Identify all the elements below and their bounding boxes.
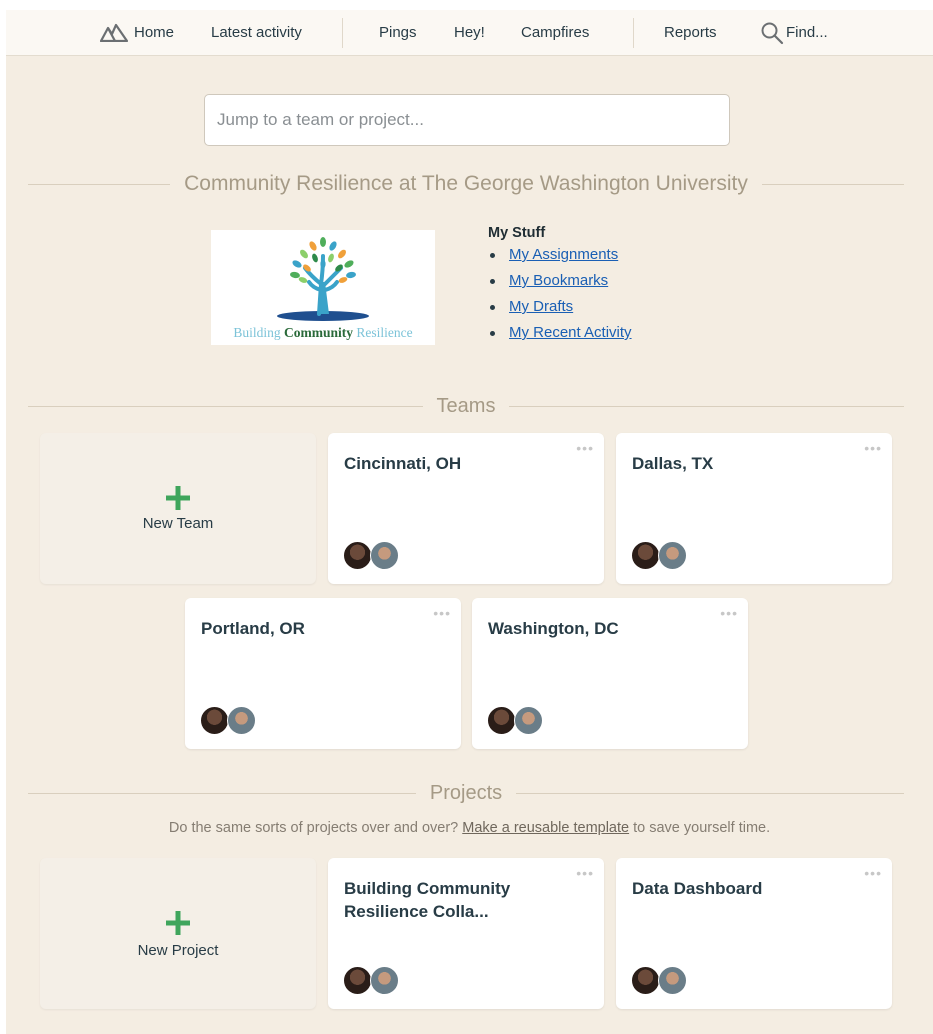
jump-to-input[interactable] — [204, 94, 730, 146]
projects-heading: Projects — [28, 779, 904, 807]
heading-rule — [28, 183, 171, 185]
make-template-link[interactable]: Make a reusable template — [462, 820, 629, 836]
avatar[interactable] — [631, 541, 660, 570]
team-name: Cincinnati, OH — [344, 454, 462, 473]
avatar-group — [487, 706, 543, 735]
nav-divider — [633, 18, 634, 48]
avatar[interactable] — [343, 541, 372, 570]
new-team-button[interactable]: New Team — [40, 433, 316, 584]
nav-campfires[interactable]: Campfires — [521, 23, 589, 43]
heading-rule — [761, 183, 904, 185]
team-card[interactable]: Dallas, TX ••• — [616, 433, 892, 584]
project-name: Data Dashboard — [632, 879, 763, 898]
search-icon[interactable] — [760, 21, 784, 45]
app-frame: Home Latest activity Pings Hey! Campfire… — [6, 10, 933, 1034]
my-stuff-list: My Assignments My Bookmarks My Drafts My… — [488, 245, 632, 349]
top-nav: Home Latest activity Pings Hey! Campfire… — [6, 10, 933, 56]
template-hint-text: to save yourself time. — [629, 820, 771, 836]
avatar-group — [343, 541, 399, 570]
ellipsis-menu-icon[interactable]: ••• — [864, 441, 882, 455]
ellipsis-menu-icon[interactable]: ••• — [576, 866, 594, 880]
new-team-label: New Team — [142, 515, 214, 532]
avatar[interactable] — [227, 706, 256, 735]
my-recent-activity-link[interactable]: My Recent Activity — [509, 324, 632, 341]
ellipsis-menu-icon[interactable]: ••• — [576, 441, 594, 455]
team-card[interactable]: Portland, OR ••• — [185, 598, 461, 749]
nav-hey[interactable]: Hey! — [454, 23, 485, 43]
avatar[interactable] — [370, 966, 399, 995]
logo-caption-part: Building — [233, 325, 284, 340]
project-card[interactable]: Data Dashboard ••• — [616, 858, 892, 1009]
teams-heading-text: Teams — [436, 394, 496, 417]
avatar[interactable] — [631, 966, 660, 995]
template-hint: Do the same sorts of projects over and o… — [6, 820, 933, 836]
list-item: My Assignments — [488, 245, 632, 271]
my-stuff: My Stuff My Assignments My Bookmarks My … — [488, 225, 632, 349]
nav-pings[interactable]: Pings — [379, 23, 417, 43]
my-stuff-heading: My Stuff — [488, 225, 546, 241]
avatar[interactable] — [658, 541, 687, 570]
account-heading: Community Resilience at The George Washi… — [28, 170, 904, 198]
logo-caption: Building Community Resilience — [211, 325, 435, 341]
avatar[interactable] — [514, 706, 543, 735]
avatar-group — [343, 966, 399, 995]
project-name: Building Community Resilience Colla... — [344, 879, 511, 921]
avatar[interactable] — [370, 541, 399, 570]
ellipsis-menu-icon[interactable]: ••• — [864, 866, 882, 880]
list-item: My Drafts — [488, 297, 632, 323]
nav-home[interactable]: Home — [134, 23, 174, 43]
team-name: Portland, OR — [201, 619, 305, 638]
plus-icon — [166, 486, 190, 510]
logo-caption-part: Resilience — [353, 325, 413, 340]
tree-logo-icon — [277, 237, 369, 321]
logo-caption-part: Community — [284, 325, 354, 340]
avatar[interactable] — [200, 706, 229, 735]
heading-rule — [28, 792, 416, 794]
template-hint-text: Do the same sorts of projects over and o… — [168, 820, 463, 836]
list-item: My Bookmarks — [488, 271, 632, 297]
nav-reports[interactable]: Reports — [664, 23, 717, 43]
teams-heading: Teams — [28, 392, 904, 420]
ellipsis-menu-icon[interactable]: ••• — [720, 606, 738, 620]
heading-rule — [28, 405, 423, 407]
team-card[interactable]: Cincinnati, OH ••• — [328, 433, 604, 584]
avatar-group — [631, 966, 687, 995]
account-name: Community Resilience at The George Washi… — [184, 172, 748, 195]
heading-rule — [516, 792, 904, 794]
avatar[interactable] — [487, 706, 516, 735]
my-drafts-link[interactable]: My Drafts — [509, 298, 573, 315]
my-assignments-link[interactable]: My Assignments — [509, 246, 618, 263]
team-card[interactable]: Washington, DC ••• — [472, 598, 748, 749]
account-logo: Building Community Resilience — [211, 230, 435, 345]
projects-heading-text: Projects — [429, 781, 503, 804]
new-project-button[interactable]: New Project — [40, 858, 316, 1009]
team-name: Washington, DC — [488, 619, 619, 638]
new-project-label: New Project — [137, 942, 219, 959]
ellipsis-menu-icon[interactable]: ••• — [433, 606, 451, 620]
plus-icon — [166, 911, 190, 935]
project-card[interactable]: Building Community Resilience Colla... •… — [328, 858, 604, 1009]
nav-find[interactable]: Find... — [786, 23, 828, 43]
avatar[interactable] — [343, 966, 372, 995]
list-item: My Recent Activity — [488, 323, 632, 349]
home-mountain-icon[interactable] — [100, 22, 128, 42]
team-name: Dallas, TX — [632, 454, 714, 473]
heading-rule — [509, 405, 904, 407]
avatar-group — [631, 541, 687, 570]
nav-latest-activity[interactable]: Latest activity — [211, 23, 302, 43]
my-bookmarks-link[interactable]: My Bookmarks — [509, 272, 608, 289]
avatar-group — [200, 706, 256, 735]
avatar[interactable] — [658, 966, 687, 995]
nav-divider — [342, 18, 343, 48]
